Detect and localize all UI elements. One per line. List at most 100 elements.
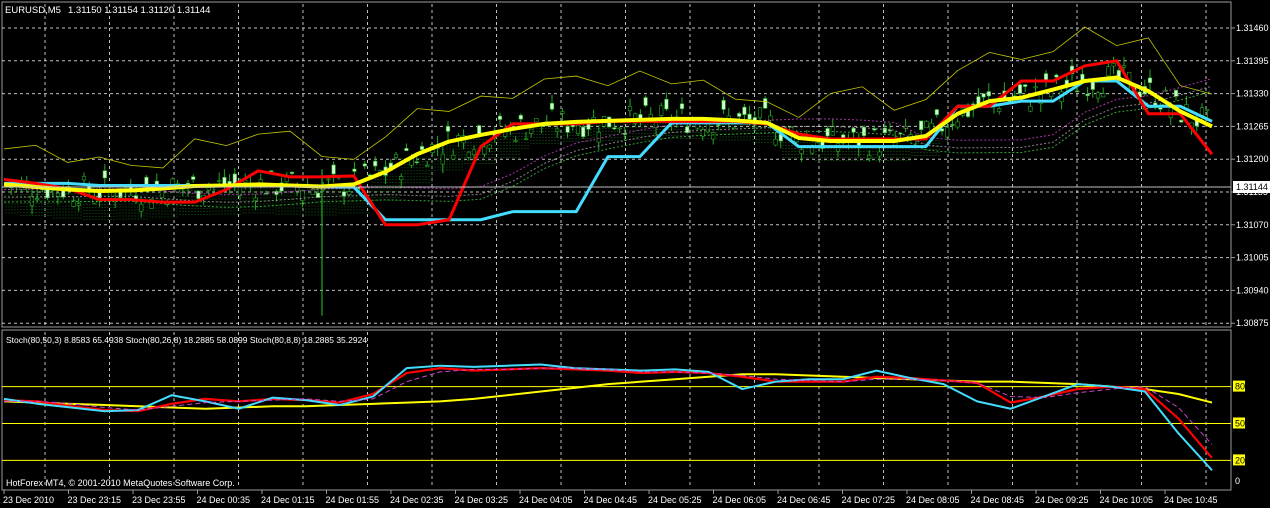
candle-body (1205, 109, 1210, 111)
candle-body (269, 170, 274, 172)
stoch-tick-label: 20 (1235, 455, 1245, 465)
candle-body (945, 127, 950, 138)
candle-body (1054, 74, 1059, 78)
candle-body (518, 114, 523, 120)
candle-body (471, 149, 477, 156)
candle-body (591, 116, 596, 120)
candle-body (799, 149, 804, 154)
time-tick-label: 24 Dec 05:25 (648, 495, 702, 505)
candle-body (560, 111, 565, 114)
price-tick-label: 1.31005 (1236, 253, 1269, 263)
price-tick-label: 1.31200 (1236, 154, 1269, 164)
time-tick-label: 24 Dec 01:55 (326, 495, 380, 505)
candle-body (35, 198, 40, 200)
candle-body (523, 138, 529, 141)
candle-body (1158, 107, 1163, 110)
candle-body (144, 176, 149, 185)
candle-body (191, 176, 196, 180)
time-tick-label: 24 Dec 02:35 (390, 495, 444, 505)
price-tick-label: 1.31395 (1236, 56, 1269, 66)
time-tick-label: 24 Dec 09:25 (1035, 495, 1089, 505)
candle-body (1147, 77, 1153, 84)
candle-body (326, 178, 331, 181)
price-tick-label: 1.30940 (1236, 285, 1269, 295)
candle-body (986, 91, 991, 97)
candle-body (549, 102, 555, 110)
stoch-tick-label: 80 (1235, 382, 1245, 392)
candle-body (534, 118, 539, 123)
copyright-label: HotForex MT4, © 2001-2010 MetaQuotes Sof… (6, 478, 235, 488)
candle-body (487, 144, 492, 149)
candle-body (617, 127, 622, 130)
candle-body (419, 146, 425, 150)
time-tick-label: 24 Dec 06:45 (777, 495, 831, 505)
symbol-label: EURUSD,M5 (5, 5, 61, 16)
candle-body (196, 190, 201, 199)
candle-body (705, 123, 711, 133)
time-tick-label: 24 Dec 10:05 (1100, 495, 1154, 505)
candle-body (950, 124, 955, 126)
candle-body (851, 127, 856, 133)
time-tick-label: 24 Dec 06:05 (713, 495, 767, 505)
candle-body (565, 126, 570, 133)
candle-body (622, 132, 627, 135)
candle-body (1111, 62, 1116, 67)
time-tick-label: 23 Dec 23:15 (68, 495, 122, 505)
candle-body (1043, 73, 1049, 81)
candle-body (362, 163, 367, 167)
candle-body (513, 140, 518, 142)
candle-body (581, 126, 586, 137)
candle-body (1101, 93, 1106, 98)
candle-body (217, 180, 222, 182)
candle-body (867, 155, 872, 159)
candle-body (414, 161, 419, 164)
candle-body (1017, 84, 1023, 94)
candle-body (1121, 65, 1127, 68)
candle-body (341, 191, 347, 197)
price-tick-label: 1.31330 (1236, 89, 1269, 99)
candle-body (482, 146, 487, 155)
candle-body (877, 151, 882, 157)
candle-body (934, 109, 939, 116)
candle-body (404, 148, 409, 151)
candle-body (76, 203, 81, 206)
price-tick-label: 1.30875 (1236, 318, 1269, 328)
time-tick-label: 24 Dec 03:25 (455, 495, 509, 505)
candle-body (711, 132, 716, 140)
candle-body (555, 128, 560, 132)
candle-body (331, 164, 336, 175)
price-tick-label: 1.31460 (1236, 23, 1269, 33)
candle-body (742, 106, 747, 115)
candle-body (1075, 90, 1080, 93)
time-tick-label: 23 Dec 2010 (3, 495, 54, 505)
time-tick-label: 24 Dec 07:25 (842, 495, 896, 505)
candle-body (664, 98, 669, 110)
candle-body (1179, 119, 1184, 123)
candle-body (924, 120, 929, 129)
candle-body (716, 124, 721, 126)
time-tick-label: 24 Dec 08:45 (971, 495, 1025, 505)
candle-body (1106, 66, 1111, 77)
stoch-tick-label: 50 (1235, 419, 1245, 429)
candle-body (627, 106, 633, 111)
candle-body (102, 170, 107, 179)
chart-background (0, 0, 1270, 508)
time-tick-label: 23 Dec 23:55 (132, 495, 186, 505)
candle-body (352, 168, 357, 172)
candle-body (721, 100, 726, 110)
candle-body (737, 113, 742, 117)
candle-body (425, 165, 430, 167)
candle-body (679, 103, 685, 109)
candle-body (773, 138, 778, 146)
time-tick-label: 24 Dec 04:45 (584, 495, 638, 505)
candle-body (529, 128, 534, 134)
candle-body (1095, 92, 1101, 99)
time-tick-label: 24 Dec 08:05 (906, 495, 960, 505)
candle-body (1023, 84, 1028, 87)
candle-body (393, 153, 399, 158)
candle-body (659, 105, 664, 116)
candle-body (347, 191, 352, 195)
candle-body (763, 98, 768, 109)
candle-body (997, 108, 1002, 112)
current-price-label: 1.31144 (1236, 182, 1268, 192)
